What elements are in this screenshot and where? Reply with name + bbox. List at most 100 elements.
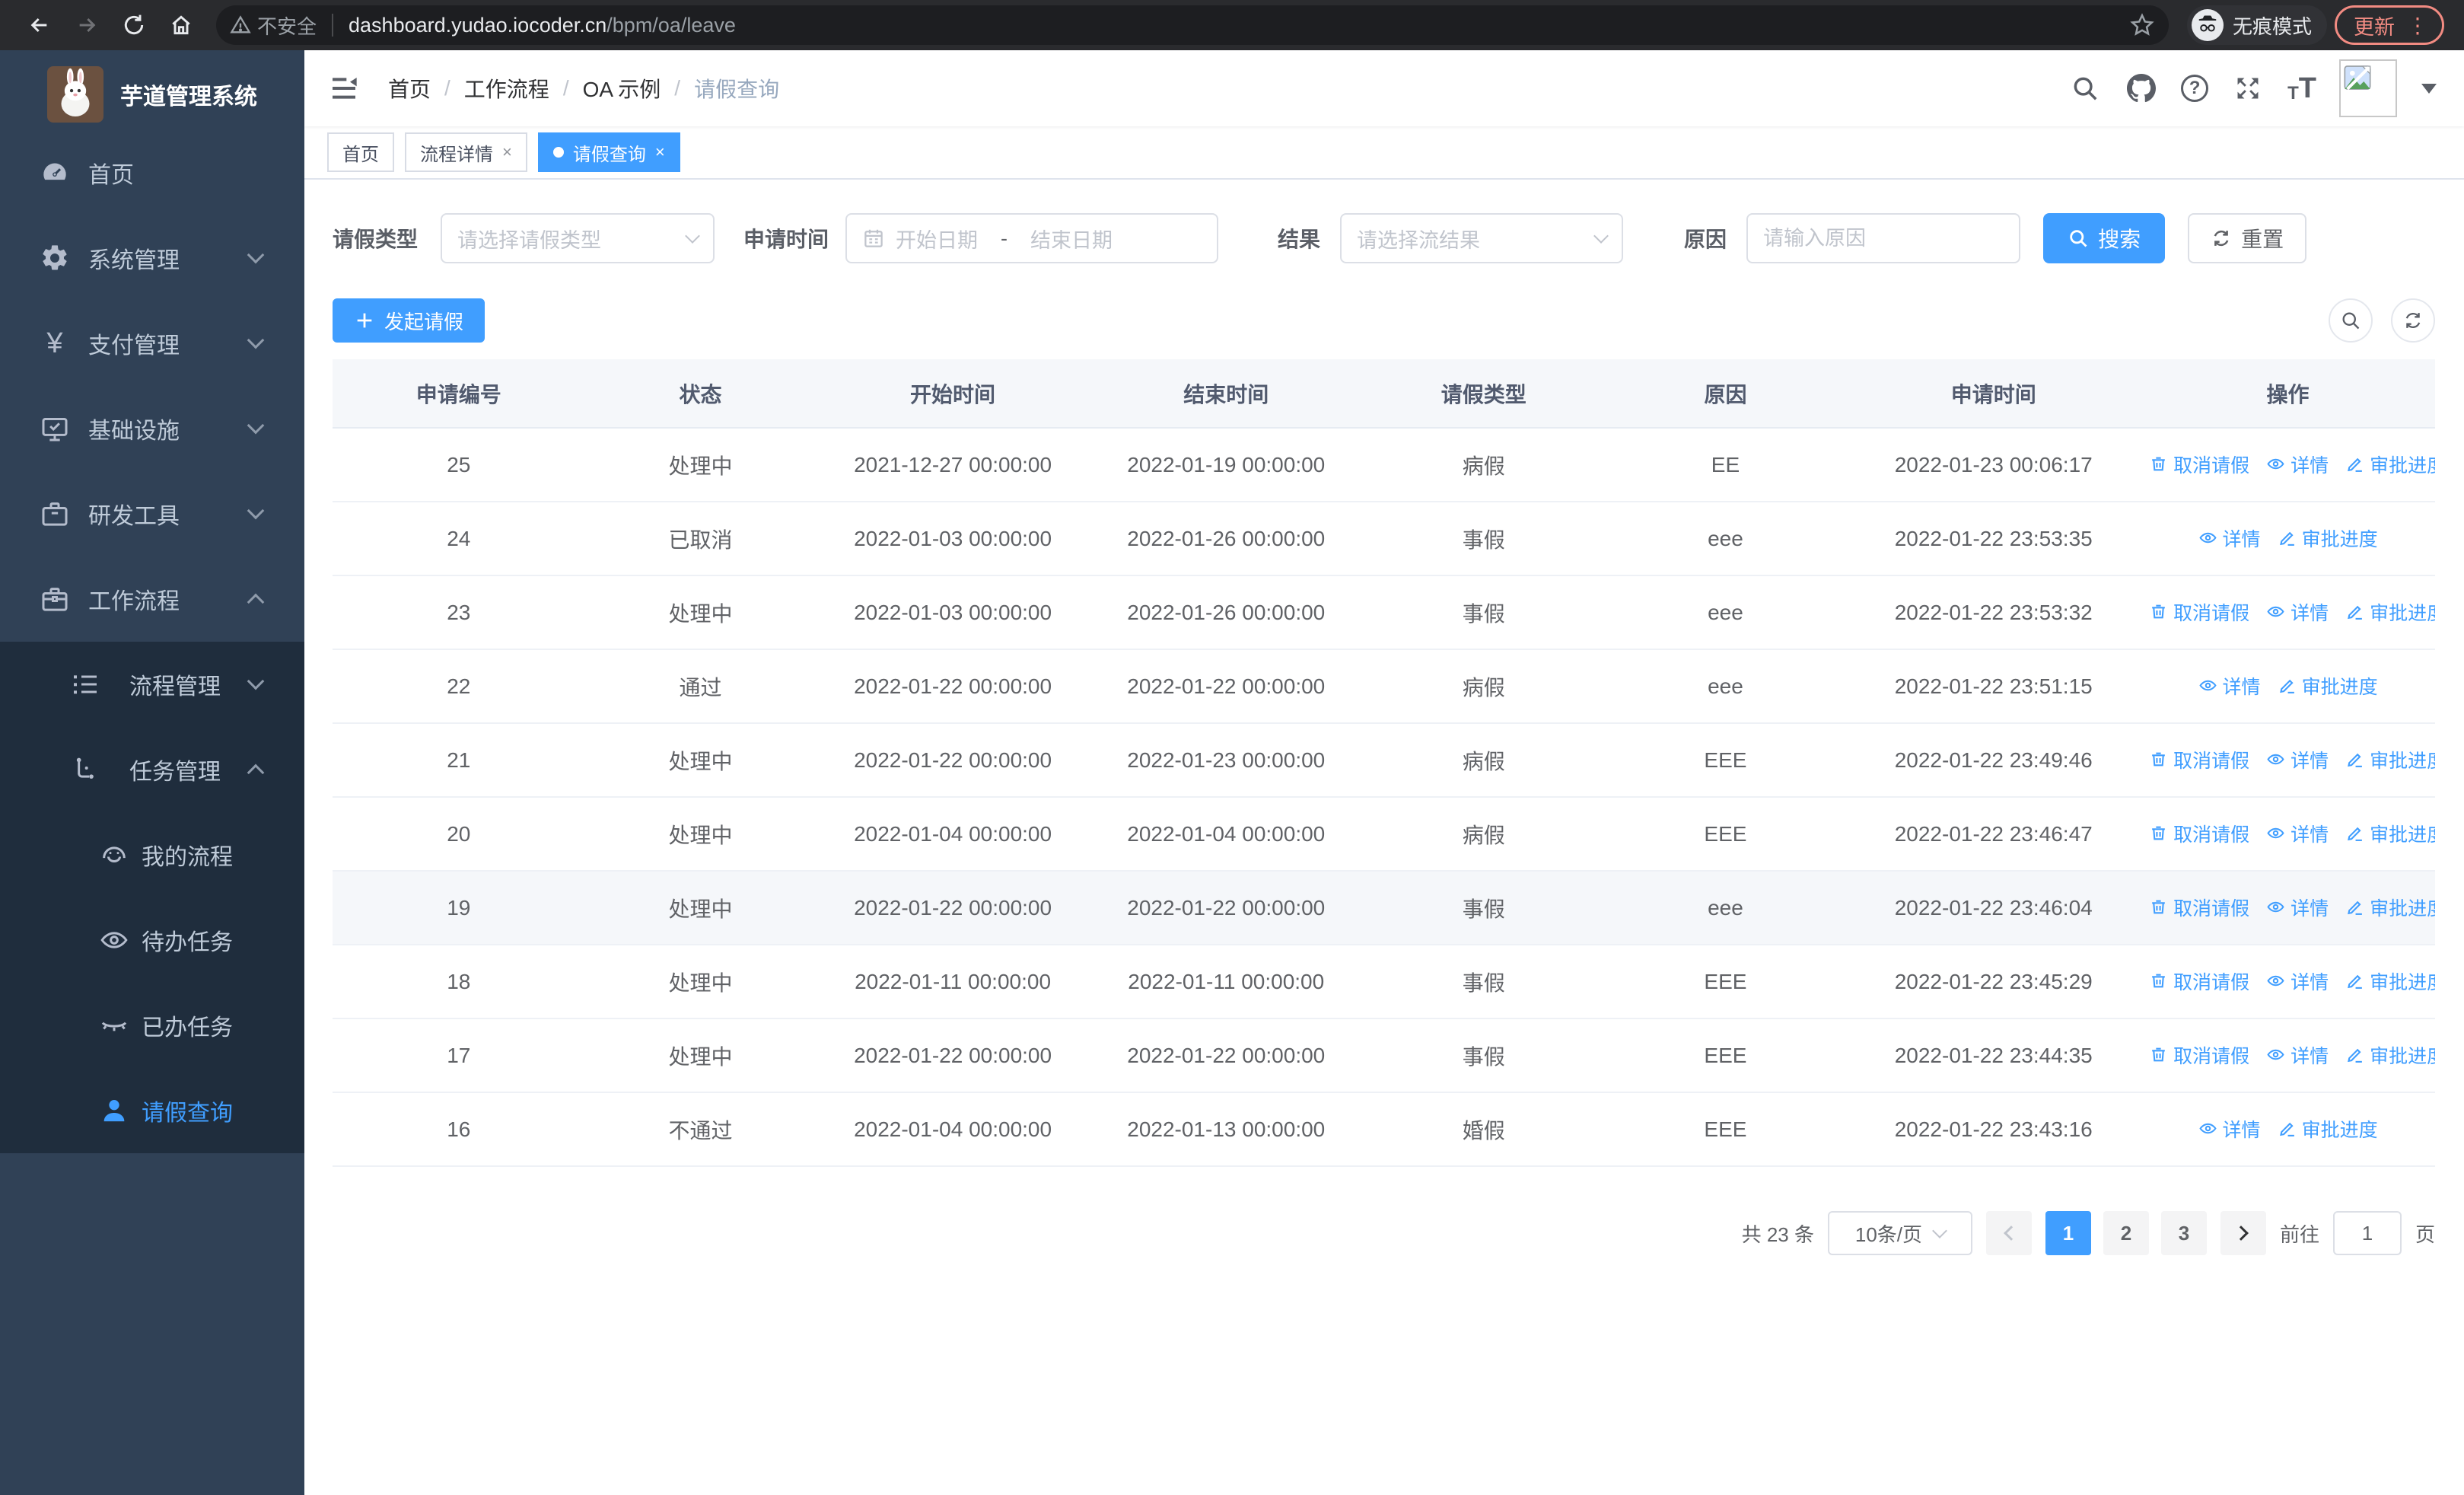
bookmark-star-icon[interactable] xyxy=(2129,12,2155,38)
cancel-action-link[interactable]: 取消请假 xyxy=(2149,746,2249,773)
goto-page-input[interactable] xyxy=(2332,1211,2402,1255)
progress-action-link[interactable]: 审批进度 xyxy=(2345,746,2435,773)
detail-action-link[interactable]: 详情 xyxy=(2198,1115,2261,1143)
browser-home-button[interactable] xyxy=(161,5,201,45)
page-button-2[interactable]: 2 xyxy=(2103,1211,2149,1255)
table-refresh-button[interactable] xyxy=(2391,298,2435,343)
breadcrumb-item[interactable]: OA 示例 xyxy=(583,73,661,104)
detail-action-link[interactable]: 详情 xyxy=(2266,820,2329,847)
apply-time-range-picker[interactable]: 开始日期 - 结束日期 xyxy=(845,213,1219,263)
create-leave-button[interactable]: 发起请假 xyxy=(333,298,485,343)
browser-update-button[interactable]: 更新 ⋮ xyxy=(2335,5,2444,45)
table-row[interactable]: 20 处理中 2022-01-04 00:00:00 2022-01-04 00:00… xyxy=(333,797,2435,872)
action-label: 审批进度 xyxy=(2370,824,2435,846)
sidebar-item-my-process[interactable]: 我的流程 xyxy=(0,812,304,897)
sidebar-item-system[interactable]: 系统管理 xyxy=(0,215,304,301)
breadcrumb-item[interactable]: 首页 xyxy=(388,73,431,104)
cancel-action-link[interactable]: 取消请假 xyxy=(2149,967,2249,995)
progress-action-link[interactable]: 审批进度 xyxy=(2278,524,2378,552)
reason-input[interactable] xyxy=(1746,213,2021,263)
cancel-action-link[interactable]: 取消请假 xyxy=(2149,598,2249,626)
app-title: 芋道管理系统 xyxy=(120,84,257,110)
tag-leave-query[interactable]: 请假查询 × xyxy=(537,132,680,172)
detail-action-link[interactable]: 详情 xyxy=(2266,746,2329,773)
sidebar-item-process-mgmt[interactable]: 流程管理 xyxy=(0,642,304,727)
search-button[interactable]: 搜索 xyxy=(2043,213,2166,263)
avatar[interactable] xyxy=(2339,59,2397,117)
prev-page-button[interactable] xyxy=(1985,1211,2032,1255)
detail-action-link[interactable]: 详情 xyxy=(2198,524,2261,552)
header-start-time: 开始时间 xyxy=(816,359,1090,429)
browser-back-button[interactable] xyxy=(20,5,59,45)
help-icon[interactable]: ? xyxy=(2181,75,2209,102)
progress-action-link[interactable]: 审批进度 xyxy=(2345,1041,2435,1069)
detail-action-link[interactable]: 详情 xyxy=(2266,451,2329,478)
reason-input-field[interactable] xyxy=(1763,226,2004,250)
page-button-1[interactable]: 1 xyxy=(2045,1211,2091,1255)
progress-action-link[interactable]: 审批进度 xyxy=(2345,894,2435,921)
sidebar-item-workflow[interactable]: 工作流程 xyxy=(0,556,304,642)
sidebar-item-done-tasks[interactable]: 已办任务 xyxy=(0,983,304,1068)
sidebar-item-leave-query[interactable]: 请假查询 xyxy=(0,1068,304,1153)
table-row[interactable]: 17 处理中 2022-01-22 00:00:00 2022-01-22 00:00… xyxy=(333,1018,2435,1093)
sidebar-item-home[interactable]: 首页 xyxy=(0,130,304,215)
table-row[interactable]: 23 处理中 2022-01-03 00:00:00 2022-01-26 00:00… xyxy=(333,575,2435,650)
tag-home[interactable]: 首页 xyxy=(327,132,394,172)
security-chip[interactable]: 不安全 xyxy=(230,11,317,40)
table-row[interactable]: 25 处理中 2021-12-27 00:00:00 2022-01-19 00:00… xyxy=(333,428,2435,502)
avatar-caret-icon[interactable] xyxy=(2421,83,2437,94)
cell-end-time: 2022-01-19 00:00:00 xyxy=(1089,428,1363,502)
cell-end-time: 2022-01-04 00:00:00 xyxy=(1089,797,1363,872)
progress-action-link[interactable]: 审批进度 xyxy=(2345,598,2435,626)
result-select[interactable]: 请选择流结果 xyxy=(1340,213,1624,263)
cancel-action-link[interactable]: 取消请假 xyxy=(2149,451,2249,478)
address-bar[interactable]: 不安全 dashboard.yudao.iocoder.cn/bpm/oa/le… xyxy=(216,5,2169,45)
browser-menu-icon[interactable]: ⋮ xyxy=(2407,13,2428,38)
browser-forward-button[interactable] xyxy=(67,5,107,45)
tag-process-detail[interactable]: 流程详情 × xyxy=(405,132,527,172)
browser-reload-button[interactable] xyxy=(114,5,154,45)
leave-type-select[interactable]: 请选择请假类型 xyxy=(441,213,715,263)
table-row[interactable]: 24 已取消 2022-01-03 00:00:00 2022-01-26 00:00… xyxy=(333,502,2435,576)
detail-action-link[interactable]: 详情 xyxy=(2266,1041,2329,1069)
fullscreen-icon[interactable] xyxy=(2231,72,2265,105)
sidebar-item-infrastructure[interactable]: 基础设施 xyxy=(0,386,304,471)
cell-start-time: 2022-01-04 00:00:00 xyxy=(816,1092,1090,1167)
progress-action-link[interactable]: 审批进度 xyxy=(2278,672,2378,700)
detail-action-link[interactable]: 详情 xyxy=(2266,894,2329,921)
page-button-3[interactable]: 3 xyxy=(2160,1211,2207,1255)
sidebar-item-devtools[interactable]: 研发工具 xyxy=(0,471,304,556)
detail-action-link[interactable]: 详情 xyxy=(2266,967,2329,995)
progress-action-link[interactable]: 审批进度 xyxy=(2345,451,2435,478)
progress-action-link[interactable]: 审批进度 xyxy=(2345,820,2435,847)
github-icon[interactable] xyxy=(2125,72,2158,105)
sidebar-item-task-mgmt[interactable]: 任务管理 xyxy=(0,727,304,812)
reset-button[interactable]: 重置 xyxy=(2188,213,2307,263)
edit-icon xyxy=(2348,606,2363,620)
sidebar-item-payment[interactable]: ¥ 支付管理 xyxy=(0,301,304,386)
page-size-select[interactable]: 10条/页 xyxy=(1827,1211,1972,1255)
progress-action-link[interactable]: 审批进度 xyxy=(2278,1115,2378,1143)
header-search-icon[interactable] xyxy=(2068,72,2102,105)
header-actions: 操作 xyxy=(2141,359,2435,429)
cancel-action-link[interactable]: 取消请假 xyxy=(2149,1041,2249,1069)
table-row[interactable]: 19 处理中 2022-01-22 00:00:00 2022-01-22 00:00… xyxy=(333,871,2435,945)
table-row[interactable]: 21 处理中 2022-01-22 00:00:00 2022-01-23 00:00… xyxy=(333,723,2435,798)
detail-action-link[interactable]: 详情 xyxy=(2198,672,2261,700)
cancel-action-link[interactable]: 取消请假 xyxy=(2149,894,2249,921)
close-icon[interactable]: × xyxy=(655,142,665,162)
next-page-button[interactable] xyxy=(2220,1211,2266,1255)
table-row[interactable]: 16 不通过 2022-01-04 00:00:00 2022-01-13 00:00… xyxy=(333,1092,2435,1167)
app-logo-row[interactable]: 芋道管理系统 xyxy=(0,50,304,130)
detail-action-link[interactable]: 详情 xyxy=(2266,598,2329,626)
table-row[interactable]: 18 处理中 2022-01-11 00:00:00 2022-01-11 00:00… xyxy=(333,945,2435,1019)
table-row[interactable]: 22 通过 2022-01-22 00:00:00 2022-01-22 00:00:… xyxy=(333,649,2435,724)
close-icon[interactable]: × xyxy=(502,142,512,162)
table-search-toggle-button[interactable] xyxy=(2329,298,2373,343)
sidebar-collapse-icon[interactable] xyxy=(327,72,361,105)
sidebar-item-todo-tasks[interactable]: 待办任务 xyxy=(0,897,304,983)
breadcrumb-item[interactable]: 工作流程 xyxy=(464,73,549,104)
progress-action-link[interactable]: 审批进度 xyxy=(2345,967,2435,995)
cancel-action-link[interactable]: 取消请假 xyxy=(2149,820,2249,847)
font-size-icon[interactable]: TT xyxy=(2287,74,2316,103)
